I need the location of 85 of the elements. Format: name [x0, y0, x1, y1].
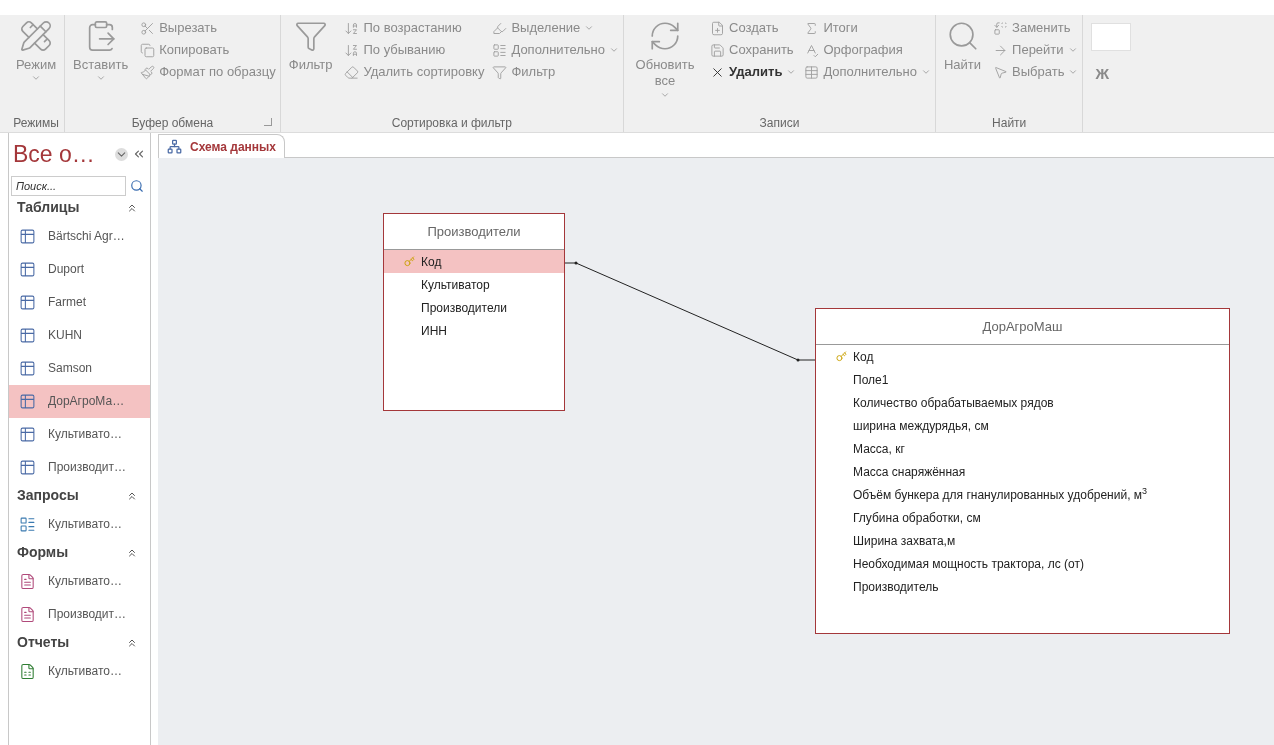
report-icon	[19, 662, 36, 680]
search-icon[interactable]	[130, 178, 144, 193]
caret-icon	[584, 23, 595, 33]
table-icon	[804, 64, 820, 80]
font-field[interactable]	[1091, 23, 1132, 51]
nav-item[interactable]: Культивато…	[9, 417, 150, 451]
nav-item[interactable]: KUHN	[9, 318, 150, 352]
spell-check-icon	[804, 42, 820, 58]
section-header[interactable]: Отчеты	[9, 630, 150, 655]
form-icon	[19, 572, 36, 590]
search-field[interactable]: Поиск...	[11, 175, 126, 196]
field-row[interactable]: Глубина обработки, см	[816, 506, 1229, 529]
pane-title: Все о…	[13, 140, 95, 169]
section-header[interactable]: Таблицы	[9, 195, 150, 220]
field-row[interactable]: Поле1	[816, 368, 1229, 391]
brush-icon	[140, 64, 156, 80]
table-icon	[19, 326, 36, 344]
sort-ascending-icon	[344, 20, 360, 36]
copy-icon	[140, 42, 156, 58]
caret-icon	[1068, 67, 1079, 77]
key-icon	[404, 256, 415, 267]
ruler-pencil-icon	[19, 19, 54, 53]
save-icon	[710, 42, 725, 58]
table-icon	[19, 425, 36, 443]
table-icon	[19, 392, 36, 410]
query-icon	[19, 515, 36, 533]
nav-item[interactable]: Культивато…	[9, 564, 150, 598]
table-window[interactable]	[815, 308, 1230, 634]
group-label: Буфер обмена	[131, 115, 214, 132]
nav-item[interactable]: Культивато…	[9, 654, 150, 688]
section-header[interactable]: Формы	[9, 540, 150, 565]
field-row[interactable]: ширина междурядья, см	[816, 414, 1229, 437]
caret-icon	[609, 45, 619, 55]
field-row[interactable]: Масса снаряжённая	[816, 460, 1229, 483]
cursor-icon	[993, 64, 1009, 80]
refresh-icon	[648, 19, 682, 53]
group-label: Найти	[992, 115, 1027, 132]
field-row[interactable]: Ширина захвата,м	[816, 529, 1229, 552]
sort-descending-icon	[344, 42, 360, 58]
field-row[interactable]: Необходимая мощность трактора, лс (от)	[816, 552, 1229, 575]
form-icon	[19, 605, 36, 623]
filter-icon	[492, 64, 508, 80]
ribbon-button[interactable]: Удалить	[710, 61, 797, 83]
table-icon	[19, 260, 36, 278]
table-icon	[19, 359, 36, 377]
section-header[interactable]: Запросы	[9, 483, 150, 508]
dropdown-icon[interactable]	[115, 147, 128, 161]
key-icon	[836, 351, 847, 362]
nav-item[interactable]: Bärtschi Agr…	[9, 219, 150, 253]
field-row[interactable]: Масса, кг	[816, 437, 1229, 460]
diagram-icon	[167, 139, 182, 154]
field-row[interactable]: Производитель	[816, 575, 1229, 598]
field-row[interactable]: Код	[384, 250, 564, 273]
table-icon	[19, 227, 36, 245]
nav-item[interactable]: Samson	[9, 351, 150, 385]
nav-item[interactable]: Производит…	[9, 597, 150, 631]
caret-icon	[920, 67, 931, 77]
caret-icon	[1067, 45, 1078, 55]
field-row[interactable]: ИНН	[384, 319, 564, 342]
document-tab[interactable]: Схема данных	[158, 134, 285, 158]
table-icon	[19, 458, 36, 476]
field-row[interactable]: Объём бункера для гнанулированных удобрений, м$^{3}$	[816, 483, 1229, 506]
field-row[interactable]: Количество обрабатываемых рядов	[816, 391, 1229, 414]
cut-icon	[140, 20, 156, 36]
nav-item[interactable]: Производит…	[9, 450, 150, 484]
nav-item[interactable]: Farmet	[9, 285, 150, 319]
arrow-right-icon	[993, 42, 1009, 58]
field-row[interactable]: Культиватор	[384, 273, 564, 296]
field-row[interactable]: Код	[816, 345, 1229, 368]
eraser-icon	[344, 64, 360, 80]
tab-label: Схема данных	[190, 138, 276, 156]
nav-item[interactable]: Duport	[9, 252, 150, 286]
nav-item[interactable]: ДорАгроМа…	[9, 384, 150, 418]
table-window[interactable]: Производители Код Культиватор Производители ИНН	[383, 213, 565, 411]
group-label: Сортировка и фильтр	[391, 115, 513, 132]
table-title: Производители	[427, 222, 521, 241]
dialog-launcher-icon[interactable]	[263, 118, 272, 126]
caret-icon	[786, 67, 797, 77]
nav-item[interactable]: Культивато…	[9, 507, 150, 541]
table-title: ДорАгроМаш	[982, 317, 1063, 336]
table-icon	[19, 293, 36, 311]
filter-icon	[293, 19, 328, 53]
group-label: Режимы	[13, 115, 59, 132]
field-row[interactable]: Производители	[384, 296, 564, 319]
group-label: Записи	[759, 115, 800, 132]
